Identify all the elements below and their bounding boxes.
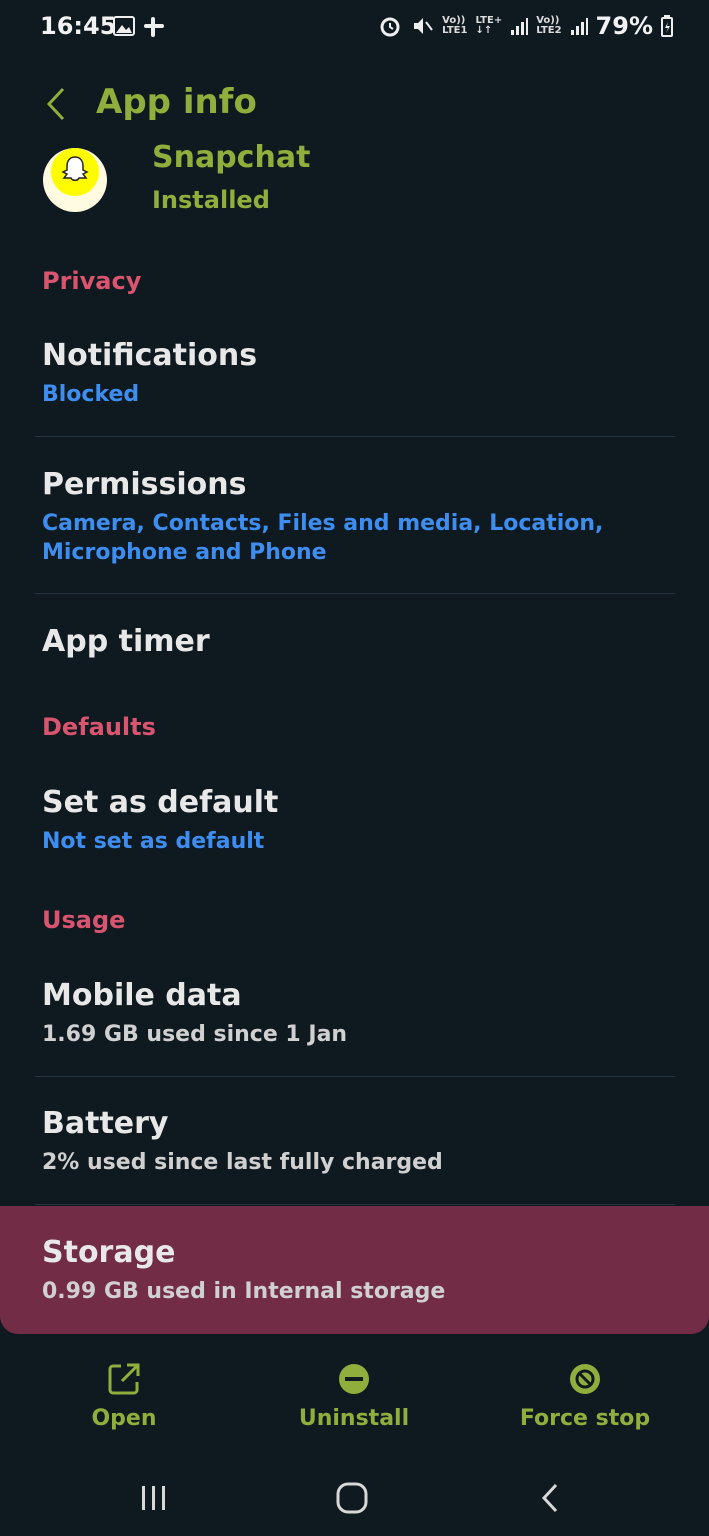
uninstall-button[interactable]: Uninstall [274,1362,434,1431]
force-stop-label: Force stop [519,1406,651,1431]
set-as-default-title: Set as default [42,785,279,820]
app-status: Installed [152,186,270,214]
status-icons: Vo)) LTE1 LTE+ ↓↑ Vo)) LTE2 79% [378,12,673,40]
permissions-list: Camera, Contacts, Files and media, Locat… [42,511,604,565]
signal-icon [570,18,588,35]
home-icon [336,1482,368,1514]
divider [35,436,675,437]
permissions-title: Permissions [42,467,247,502]
storage-usage: 0.99 GB used in Internal storage [42,1279,446,1304]
mobile-data-usage: 1.69 GB used since 1 Jan [42,1022,348,1047]
open-label: Open [91,1406,157,1431]
signal-icon [511,18,529,35]
battery-usage: 2% used since last fully charged [42,1150,443,1175]
lte-label: LTE+ ↓↑ [475,15,503,36]
divider [35,1076,675,1077]
force-stop-button[interactable]: Force stop [505,1362,665,1431]
open-external-icon [108,1363,140,1395]
app-name: Snapchat [152,140,311,175]
gallery-icon [113,16,135,36]
mobile-data-title: Mobile data [42,978,242,1013]
snapchat-app-icon [43,148,107,212]
sim2-label: Vo)) LTE2 [536,15,562,36]
page-title: App info [96,82,257,122]
back-button[interactable] [36,82,76,126]
section-usage: Usage [42,906,126,934]
battery-icon [661,15,673,37]
storage-title: Storage [42,1235,176,1270]
ghost-icon [61,156,89,181]
set-as-default-status: Not set as default [42,829,265,854]
app-timer-title: App timer [42,624,210,659]
section-privacy: Privacy [42,267,142,295]
divider [35,593,675,594]
stop-icon [570,1364,600,1394]
uninstall-label: Uninstall [298,1406,410,1431]
battery-title: Battery [42,1106,169,1141]
chevron-left-icon [46,87,65,121]
back-arrow-icon [541,1483,558,1513]
minus-circle-icon [339,1364,369,1394]
section-defaults: Defaults [42,713,156,741]
notifications-status: Blocked [42,382,140,407]
battery-percent: 79% [595,12,653,40]
notifications-title: Notifications [42,338,258,373]
storage-row[interactable] [0,1206,709,1334]
mute-icon [414,18,433,34]
divider [35,1204,675,1205]
battery-row[interactable] [0,1080,709,1204]
status-time: 16:45 [40,12,117,40]
recents-icon [142,1486,165,1510]
back-nav-button[interactable] [520,1476,580,1520]
home-button[interactable] [322,1476,382,1520]
sim1-label: Vo)) LTE1 [442,15,468,36]
slack-icon [144,17,164,37]
open-button[interactable]: Open [44,1362,204,1431]
alarm-icon [380,17,400,37]
recent-apps-button[interactable] [124,1476,184,1520]
